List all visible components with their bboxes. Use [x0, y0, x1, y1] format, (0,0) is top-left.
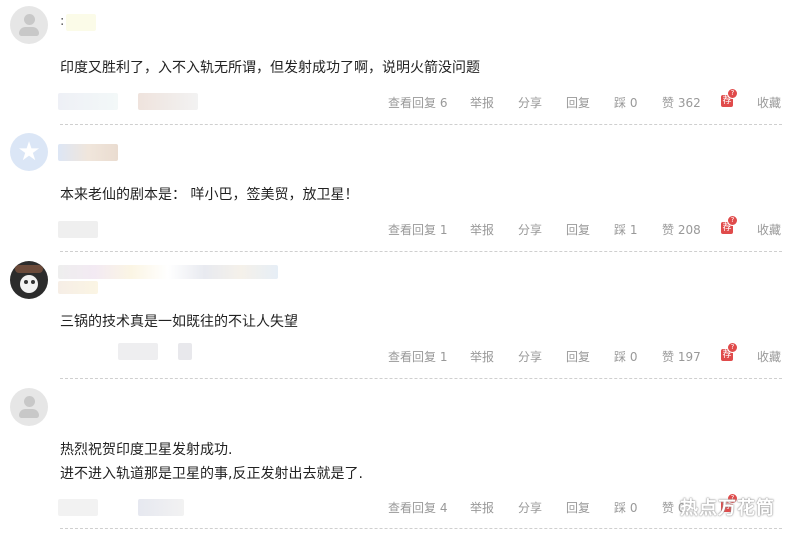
recommend-button[interactable]: 荐 ? — [721, 88, 738, 107]
share-link[interactable]: 分享 — [518, 499, 542, 516]
report-link[interactable]: 举报 — [470, 348, 494, 365]
comment-text: 印度又胜利了，入不入轨无所谓，但发射成功了啊，说明火箭没问题 — [60, 60, 480, 76]
blurred-meta — [118, 343, 158, 360]
avatar-placeholder-body — [19, 409, 39, 418]
blurred-username[interactable] — [66, 14, 96, 31]
watermark: 热点万花筒 — [680, 498, 775, 519]
report-link[interactable]: 举报 — [470, 221, 494, 238]
comment-text: 三锅的技术真是一如既往的不让人失望 — [60, 314, 298, 330]
blurred-meta — [58, 93, 118, 110]
like-button[interactable]: 赞 362 — [662, 94, 701, 111]
like-button[interactable]: 赞 208 — [662, 221, 701, 238]
collect-link[interactable]: 收藏 — [757, 94, 781, 111]
blurred-username[interactable] — [58, 144, 118, 161]
question-badge-icon: ? — [727, 215, 738, 226]
blurred-username[interactable] — [58, 265, 278, 279]
report-link[interactable]: 举报 — [470, 94, 494, 111]
question-badge-icon: ? — [727, 88, 738, 99]
avatar-placeholder-body — [19, 27, 39, 36]
blurred-username — [58, 281, 98, 294]
comment-text: 本来老仙的剧本是： 咩小巴，签美贸，放卫星！ — [60, 187, 359, 203]
share-link[interactable]: 分享 — [518, 94, 542, 111]
reply-link[interactable]: 回复 — [566, 348, 590, 365]
avatar-photo-face — [20, 275, 38, 293]
like-button[interactable]: 赞 197 — [662, 348, 701, 365]
blurred-meta — [178, 343, 192, 360]
reply-link[interactable]: 回复 — [566, 499, 590, 516]
divider — [60, 378, 782, 379]
share-link[interactable]: 分享 — [518, 221, 542, 238]
question-badge-icon: ? — [727, 342, 738, 353]
view-replies-link[interactable]: 查看回复 4 — [388, 499, 447, 516]
avatar-photo-eye — [31, 280, 35, 284]
dislike-button[interactable]: 踩 0 — [614, 499, 637, 516]
collect-link[interactable]: 收藏 — [757, 348, 781, 365]
username-mark: : — [60, 14, 65, 29]
avatar[interactable] — [10, 6, 48, 44]
avatar[interactable] — [10, 261, 48, 299]
dislike-button[interactable]: 踩 1 — [614, 221, 637, 238]
avatar-placeholder-icon — [24, 14, 35, 25]
avatar-photo-eye — [24, 280, 28, 284]
divider — [60, 124, 782, 125]
avatar[interactable] — [10, 388, 48, 426]
share-link[interactable]: 分享 — [518, 348, 542, 365]
divider — [60, 528, 782, 529]
avatar-placeholder-icon — [24, 396, 35, 407]
view-replies-link[interactable]: 查看回复 1 — [388, 348, 447, 365]
avatar-photo-hair — [15, 265, 43, 273]
reply-link[interactable]: 回复 — [566, 221, 590, 238]
comment-text-line: 进不进入轨道那是卫星的事,反正发射出去就是了. — [60, 466, 363, 482]
collect-link[interactable]: 收藏 — [757, 221, 781, 238]
reply-link[interactable]: 回复 — [566, 94, 590, 111]
star-avatar-icon: ★ — [17, 137, 41, 167]
recommend-button[interactable]: 荐 ? — [721, 215, 738, 234]
dislike-button[interactable]: 踩 0 — [614, 348, 637, 365]
divider — [60, 251, 782, 252]
blurred-meta — [58, 221, 98, 238]
view-replies-link[interactable]: 查看回复 6 — [388, 94, 447, 111]
blurred-meta — [58, 499, 98, 516]
view-replies-link[interactable]: 查看回复 1 — [388, 221, 447, 238]
comment-text-line: 热烈祝贺印度卫星发射成功. — [60, 442, 233, 458]
blurred-meta — [138, 93, 198, 110]
report-link[interactable]: 举报 — [470, 499, 494, 516]
blurred-meta — [138, 499, 184, 516]
avatar[interactable]: ★ — [10, 133, 48, 171]
recommend-button[interactable]: 荐 ? — [721, 342, 738, 361]
dislike-button[interactable]: 踩 0 — [614, 94, 637, 111]
